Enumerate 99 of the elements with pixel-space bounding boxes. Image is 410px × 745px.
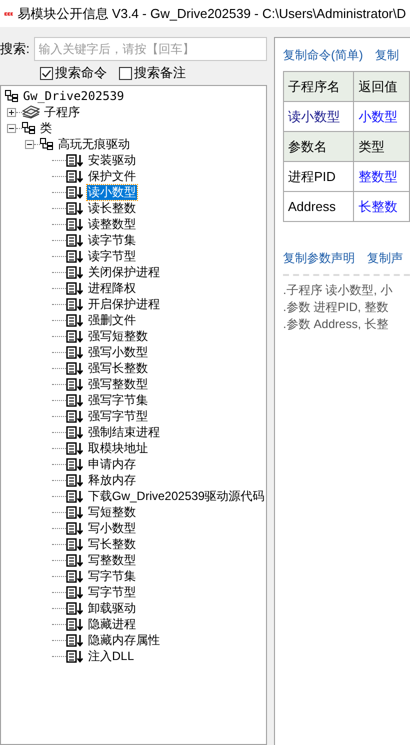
tree-item[interactable]: 隐藏内存属性	[87, 632, 161, 648]
expand-icon[interactable]	[7, 108, 16, 116]
tree-item[interactable]: 强写短整数	[87, 328, 149, 344]
command-icon	[66, 586, 84, 598]
search-field[interactable]: 输入关键字后，请按【回车】	[34, 37, 267, 61]
tree-item[interactable]: 写短整数	[87, 504, 137, 520]
search-label: 搜索:	[0, 40, 30, 58]
tree-item[interactable]: 高玩无痕驱动	[57, 136, 131, 152]
table-cell: 小数型	[354, 102, 410, 132]
command-icon	[66, 554, 84, 566]
tree-item[interactable]: Gw_Drive202539	[22, 88, 126, 104]
tree-item[interactable]: 强删文件	[87, 312, 137, 328]
command-icon	[66, 362, 84, 374]
table-cell: 整数型	[354, 162, 410, 192]
command-icon	[66, 186, 84, 198]
collapse-icon[interactable]	[7, 124, 16, 132]
header-cell: 返回值	[354, 72, 410, 102]
command-icon	[66, 490, 84, 502]
tree-item[interactable]: 下载Gw_Drive202539驱动源代码	[87, 488, 266, 504]
checkbox-label[interactable]: 搜索备注	[134, 63, 186, 83]
copy-link[interactable]: 复制命令(简单)	[283, 46, 363, 64]
checkbox-label[interactable]: 搜索命令	[55, 63, 107, 83]
command-icon	[66, 266, 84, 278]
checkbox[interactable]	[40, 66, 53, 80]
command-icon	[66, 442, 84, 454]
command-icon	[66, 298, 84, 310]
command-icon	[66, 218, 84, 230]
module-icon	[40, 138, 54, 150]
tree-item[interactable]: 强写整数型	[87, 376, 149, 392]
table-cell: 读小数型	[284, 102, 354, 132]
collapse-icon[interactable]	[25, 140, 34, 148]
tree-item[interactable]: 强写长整数	[87, 360, 149, 376]
tree-item[interactable]: 注入DLL	[87, 648, 136, 664]
tree-item[interactable]: 关闭保护进程	[87, 264, 161, 280]
command-icon	[66, 506, 84, 518]
header-cell: 参数名	[284, 132, 354, 162]
command-icon	[66, 378, 84, 390]
command-icon	[66, 522, 84, 534]
tree-item[interactable]: 释放内存	[87, 472, 137, 488]
command-icon	[66, 234, 84, 246]
command-icon	[66, 346, 84, 358]
tree-item[interactable]: 取模块地址	[87, 440, 149, 456]
copy-link[interactable]: 复制声	[367, 249, 403, 267]
command-icon	[66, 602, 84, 614]
command-icon	[66, 250, 84, 262]
command-icon	[66, 634, 84, 646]
tree-item[interactable]: 申请内存	[87, 456, 137, 472]
module-icon	[5, 90, 19, 102]
tree-item[interactable]: 写长整数	[87, 536, 137, 552]
command-icon	[66, 618, 84, 630]
tree-item[interactable]: 写字节型	[87, 584, 137, 600]
copy-link[interactable]: 复制	[375, 46, 399, 64]
tree-item[interactable]: 隐藏进程	[87, 616, 137, 632]
command-icon	[66, 426, 84, 438]
tree-item[interactable]: 写字节集	[87, 568, 137, 584]
command-icon	[66, 330, 84, 342]
window-title: 易模块公开信息 V3.4 - Gw_Drive202539 - C:\Users\Administrator\D	[17, 4, 406, 23]
tree-item[interactable]: 读整数型	[87, 216, 137, 232]
tree-item[interactable]: 读小数型	[87, 184, 137, 200]
command-icon	[66, 170, 84, 182]
command-icon	[66, 154, 84, 166]
header-cell: 子程序名	[284, 72, 354, 102]
command-icon	[66, 394, 84, 406]
code-line: .子程序 读小数型, 小	[283, 282, 394, 299]
tree-item[interactable]: 写小数型	[87, 520, 137, 536]
stack-icon	[22, 105, 40, 119]
tree-item[interactable]: 读字节集	[87, 232, 137, 248]
tree-item[interactable]: 读长整数	[87, 200, 137, 216]
tree-item[interactable]: 强写小数型	[87, 344, 149, 360]
command-icon	[66, 410, 84, 422]
command-icon	[66, 570, 84, 582]
code-line: .参数 Address, 长整	[283, 316, 390, 333]
command-icon	[66, 474, 84, 486]
table-cell: 长整数	[354, 192, 410, 222]
header-cell: 类型	[354, 132, 410, 162]
tree-item[interactable]: 强写字节集	[87, 392, 149, 408]
tree-item[interactable]: 保护文件	[87, 168, 137, 184]
command-icon	[66, 458, 84, 470]
tree-item[interactable]: 写整数型	[87, 552, 137, 568]
module-icon	[22, 122, 36, 134]
tree-item[interactable]: 安装驱动	[87, 152, 137, 168]
tree-item[interactable]: 卸载驱动	[87, 600, 137, 616]
command-icon	[66, 538, 84, 550]
tree-item[interactable]: 进程降权	[87, 280, 137, 296]
tree-item[interactable]: 类	[39, 120, 53, 136]
tree-item[interactable]: 强制结束进程	[87, 424, 161, 440]
command-icon	[66, 282, 84, 294]
command-icon	[66, 650, 84, 662]
tree-item[interactable]: 开启保护进程	[87, 296, 161, 312]
table-cell: 进程PID	[284, 162, 354, 192]
tree-item[interactable]: 强写字节型	[87, 408, 149, 424]
table-cell: Address	[284, 192, 354, 222]
checkbox[interactable]	[119, 66, 132, 80]
command-icon	[66, 202, 84, 214]
command-icon	[66, 314, 84, 326]
tree-item[interactable]: 子程序	[43, 104, 81, 120]
code-line: .参数 进程PID, 整数	[283, 299, 390, 316]
copy-link[interactable]: 复制参数声明	[283, 249, 355, 267]
tree-item[interactable]: 读字节型	[87, 248, 137, 264]
